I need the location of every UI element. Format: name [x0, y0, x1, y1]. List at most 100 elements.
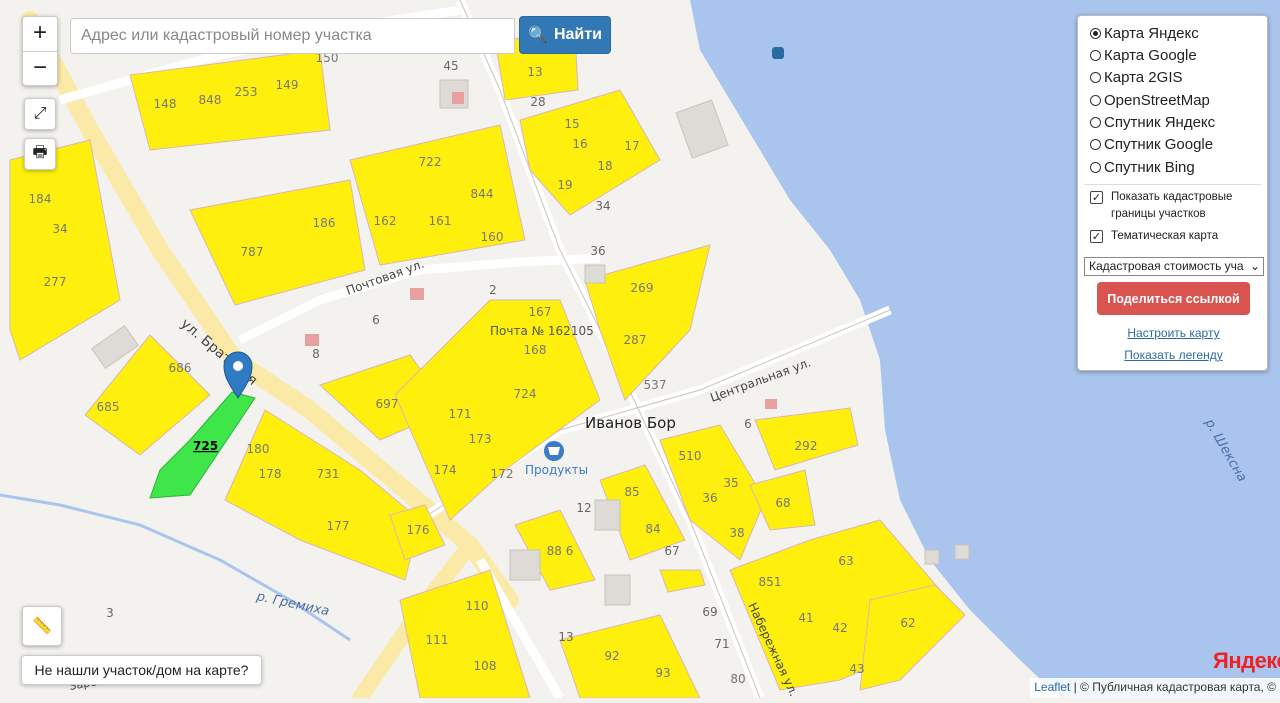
house-number: 2	[489, 283, 497, 297]
basemap-label: Карта 2GIS	[1104, 69, 1183, 86]
basemap-option[interactable]: Карта Яндекс	[1090, 25, 1199, 42]
parcel-label: 180	[247, 442, 270, 456]
checkbox-checked-icon: ✓	[1090, 191, 1103, 204]
configure-map-link[interactable]: Настроить карту	[1078, 326, 1269, 340]
share-link-button[interactable]: Поделиться ссылкой	[1097, 282, 1250, 315]
house-number: 45	[443, 59, 458, 73]
parcel-label: 177	[327, 519, 350, 533]
basemap-option[interactable]: Карта Google	[1090, 47, 1197, 64]
house-number: 67	[664, 544, 679, 558]
parcel-label: 17	[624, 139, 639, 153]
parcel-label: 108	[474, 659, 497, 673]
thematic-select[interactable]: Кадастровая стоимость уча ⌄	[1084, 257, 1264, 276]
parcel-label: 111	[426, 633, 449, 647]
house-number: 12	[576, 501, 591, 515]
parcel-label: 287	[624, 333, 647, 347]
parcel-label: 92	[604, 649, 619, 663]
parcel-label: 686	[169, 361, 192, 375]
basemap-label: Спутник Яндекс	[1104, 114, 1216, 131]
radio-icon	[1090, 162, 1101, 173]
parcel-label: 34	[52, 222, 67, 236]
parcel-label: 35	[723, 476, 738, 490]
parcel-label: 685	[97, 400, 120, 414]
house-number: 28	[530, 95, 545, 109]
parcel-label: 731	[317, 467, 340, 481]
show-borders-checkbox[interactable]: ✓ Показать кадастровые границы участков	[1090, 189, 1260, 223]
fullscreen-icon: ⤢	[33, 105, 47, 122]
house-number: 6	[372, 313, 380, 327]
checkbox-checked-icon: ✓	[1090, 230, 1103, 243]
zoom-control: + −	[22, 16, 58, 86]
house-number: 8	[312, 347, 320, 361]
basemap-option[interactable]: OpenStreetMap	[1090, 92, 1210, 109]
zoom-in-button[interactable]: +	[23, 17, 57, 51]
parcel-label: 80	[730, 672, 745, 686]
parcel-label: 186	[313, 216, 336, 230]
parcel-label: 851	[759, 575, 782, 589]
parcel-label: 93	[655, 666, 670, 680]
parcel-label: 722	[419, 155, 442, 169]
parcel-label: 43	[849, 662, 864, 676]
parcel-label: 174	[434, 463, 457, 477]
layers-panel: Карта Яндекс Карта Google Карта 2GIS Ope…	[1077, 15, 1268, 371]
radio-icon	[1090, 72, 1101, 83]
show-legend-link[interactable]: Показать легенду	[1078, 348, 1269, 362]
radio-icon	[1090, 50, 1101, 61]
leaflet-link[interactable]: Leaflet	[1034, 680, 1070, 694]
parcel-label: 15	[564, 117, 579, 131]
parcel-label: 38	[729, 526, 744, 540]
parcel-label: 848	[199, 93, 222, 107]
parcel-label: 292	[795, 439, 818, 453]
village-label: Иванов Бор	[585, 414, 676, 432]
house-number: 69	[702, 605, 717, 619]
radio-icon	[1090, 95, 1101, 106]
parcel-label: 844	[471, 187, 494, 201]
basemap-label: OpenStreetMap	[1104, 92, 1210, 109]
printer-icon: 🖶	[32, 143, 48, 161]
parcel-label: 16	[572, 137, 587, 151]
parcel-label: 63	[838, 554, 853, 568]
zoom-out-button[interactable]: −	[23, 51, 57, 86]
basemap-label: Спутник Google	[1104, 136, 1214, 153]
house-number: 3	[106, 606, 114, 620]
parcel-label: 168	[524, 343, 547, 357]
post-office-label: Почта № 162105	[490, 324, 594, 338]
parcel-label: 162	[374, 214, 397, 228]
parcel-label: 172	[491, 467, 514, 481]
parcel-label: 18	[597, 159, 612, 173]
basemap-label: Карта Яндекс	[1104, 25, 1199, 42]
basemap-option[interactable]: Спутник Google	[1090, 136, 1213, 153]
parcel-label: 13	[527, 65, 542, 79]
parcel-label: 697	[376, 397, 399, 411]
not-found-button[interactable]: Не нашли участок/дом на карте?	[21, 655, 262, 685]
parcel-label: 84	[645, 522, 660, 536]
chevron-down-icon: ⌄	[1249, 259, 1260, 273]
house-number: 71	[714, 637, 729, 651]
basemap-option[interactable]: Спутник Bing	[1090, 159, 1195, 176]
house-number: 6	[744, 417, 752, 431]
yandex-logo: Яндекс	[1213, 648, 1280, 673]
parcel-label: 787	[241, 245, 264, 259]
parcel-label: 41	[798, 611, 813, 625]
print-button[interactable]: 🖶	[24, 138, 56, 170]
basemap-option[interactable]: Карта 2GIS	[1090, 69, 1183, 86]
parcel-label: 176	[407, 523, 430, 537]
parcel-label: 85	[624, 485, 639, 499]
parcel-label: 277	[44, 275, 67, 289]
parcel-label: 19	[557, 178, 572, 192]
checkbox-label: Тематическая карта	[1111, 230, 1219, 242]
parcel-label: 149	[276, 78, 299, 92]
parcel-label: 42	[832, 621, 847, 635]
parcel-label: 161	[429, 214, 452, 228]
select-value: Кадастровая стоимость уча	[1089, 259, 1244, 273]
parcel-label: 62	[900, 616, 915, 630]
search-input[interactable]	[70, 18, 515, 54]
basemap-option[interactable]: Спутник Яндекс	[1090, 114, 1215, 131]
thematic-map-checkbox[interactable]: ✓ Тематическая карта	[1090, 228, 1218, 245]
measure-button[interactable]: 📏	[22, 606, 62, 646]
parcel-label: 510	[679, 449, 702, 463]
search-button[interactable]: 🔍 Найти	[519, 16, 611, 54]
parcel-label: 178	[259, 467, 282, 481]
parcel-label: 173	[469, 432, 492, 446]
fullscreen-button[interactable]: ⤢	[24, 98, 56, 130]
